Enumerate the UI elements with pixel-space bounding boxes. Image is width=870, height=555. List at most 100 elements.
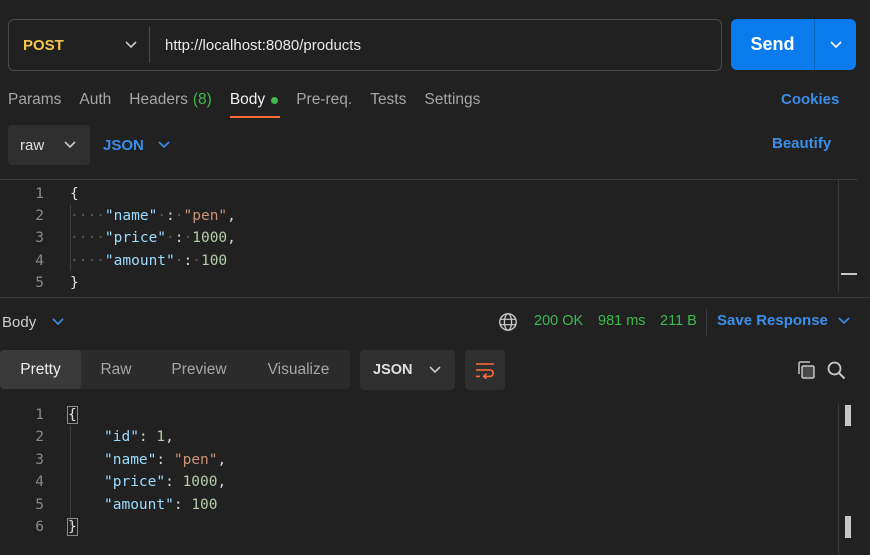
json-key: "amount" xyxy=(104,497,174,513)
globe-icon[interactable] xyxy=(498,312,518,332)
request-body-editor[interactable]: 1 2 3 4 5 { ····"name"·:·"pen", ····"pri… xyxy=(0,179,858,293)
tab-body-label: Body xyxy=(229,91,266,108)
json-key: "amount" xyxy=(104,253,175,269)
line-number: 5 xyxy=(35,275,44,291)
send-button[interactable]: Send xyxy=(731,34,814,55)
url-input[interactable]: http://localhost:8080/products xyxy=(150,20,721,70)
status-code[interactable]: 200 OK xyxy=(534,313,583,329)
code-line: "amount": 100 xyxy=(104,497,218,513)
save-response-button[interactable]: Save Response xyxy=(717,312,850,329)
tab-prereq[interactable]: Pre-req. xyxy=(296,88,352,118)
code-line: ····"name"·:·"pen", xyxy=(70,208,236,224)
response-view-tabs: Pretty Raw Preview Visualize xyxy=(0,350,350,389)
json-close-brace: } xyxy=(70,275,79,291)
method-select[interactable]: POST xyxy=(9,20,149,70)
json-comma: , xyxy=(227,208,236,224)
json-key: "name" xyxy=(104,208,158,224)
scrollbar-thumb[interactable] xyxy=(845,405,851,426)
json-value: "pen" xyxy=(183,208,228,224)
wrap-lines-button[interactable] xyxy=(465,350,505,390)
json-key: "id" xyxy=(104,429,139,445)
tab-raw[interactable]: Raw xyxy=(81,350,151,389)
send-button-group: Send xyxy=(731,19,856,70)
code-line: ····"price"·:·1000, xyxy=(70,230,236,246)
tab-preview[interactable]: Preview xyxy=(151,350,247,389)
json-comma: , xyxy=(227,230,236,246)
tab-pretty[interactable]: Pretty xyxy=(0,350,81,389)
chevron-down-icon xyxy=(429,366,441,374)
body-mode-label: raw xyxy=(20,136,45,154)
json-open-brace: { xyxy=(67,406,78,424)
line-number: 4 xyxy=(35,253,44,269)
tab-visualize[interactable]: Visualize xyxy=(247,350,350,389)
body-language-select[interactable]: JSON xyxy=(103,125,170,165)
tab-body[interactable]: Body xyxy=(229,88,281,118)
code-line: "id": 1, xyxy=(104,429,174,445)
code-line: } xyxy=(70,272,79,294)
cookies-link[interactable]: Cookies xyxy=(781,88,839,112)
chevron-down-icon xyxy=(52,318,64,326)
json-value: 1000 xyxy=(182,474,218,490)
code-line: { xyxy=(70,183,79,205)
json-value: "pen" xyxy=(173,452,218,468)
indent-guide xyxy=(70,426,71,526)
json-key: "name" xyxy=(104,452,157,468)
send-options-button[interactable] xyxy=(815,40,856,50)
search-icon[interactable] xyxy=(826,360,846,380)
tab-headers[interactable]: Headers (8) xyxy=(129,88,212,118)
code-line: "price": 1000, xyxy=(104,474,227,490)
json-key: "price" xyxy=(104,230,167,246)
response-format-label: JSON xyxy=(373,362,413,378)
code-line: { xyxy=(67,404,78,426)
response-section-select[interactable]: Body xyxy=(2,311,64,333)
code-line: ····"amount"·:·100 xyxy=(70,253,228,269)
body-indicator-dot xyxy=(271,97,279,104)
response-section-label: Body xyxy=(2,313,37,331)
save-response-label: Save Response xyxy=(717,312,828,329)
json-key: "price" xyxy=(104,474,166,490)
method-label: POST xyxy=(23,36,64,54)
code-line: } xyxy=(67,516,78,538)
json-comma: , xyxy=(217,452,227,468)
response-body-viewer[interactable]: 1 2 3 4 5 6 { "id": 1, "name": "pen", "p… xyxy=(0,404,838,555)
divider xyxy=(706,309,707,335)
scrollbar-thumb[interactable] xyxy=(845,516,851,538)
tab-auth[interactable]: Auth xyxy=(79,88,111,118)
pane-divider[interactable] xyxy=(0,297,870,298)
line-number: 4 xyxy=(35,474,44,490)
chevron-down-icon xyxy=(158,141,170,149)
response-scrollbar[interactable] xyxy=(838,404,858,555)
response-format-select[interactable]: JSON xyxy=(360,350,455,390)
url-bar: POST http://localhost:8080/products xyxy=(8,19,722,71)
copy-icon[interactable] xyxy=(796,360,816,380)
line-number: 1 xyxy=(35,186,44,202)
line-number: 2 xyxy=(35,208,44,224)
tab-headers-label: Headers xyxy=(129,91,188,108)
wrap-lines-icon xyxy=(476,363,494,379)
chevron-down-icon xyxy=(829,40,842,48)
chevron-down-icon xyxy=(125,41,137,49)
line-number: 6 xyxy=(35,519,44,535)
line-number: 3 xyxy=(35,452,44,468)
json-close-brace: } xyxy=(67,518,78,536)
tab-settings[interactable]: Settings xyxy=(424,88,480,118)
json-open-brace: { xyxy=(70,186,79,202)
response-time[interactable]: 981 ms xyxy=(598,313,646,329)
chevron-down-icon xyxy=(838,316,850,324)
scrollbar-thumb[interactable] xyxy=(841,273,857,275)
json-comma: , xyxy=(165,429,174,445)
json-value: 100 xyxy=(191,497,218,513)
json-value: 1 xyxy=(156,429,166,445)
line-number: 3 xyxy=(35,230,44,246)
tab-params[interactable]: Params xyxy=(8,88,61,118)
body-mode-select[interactable]: raw xyxy=(8,125,90,165)
request-tabs: Params Auth Headers (8) Body Pre-req. Te… xyxy=(8,88,498,118)
body-language-label: JSON xyxy=(103,136,144,154)
code-line: "name": "pen", xyxy=(104,452,227,468)
tab-tests[interactable]: Tests xyxy=(370,88,406,118)
beautify-button[interactable]: Beautify xyxy=(772,135,831,152)
line-number: 1 xyxy=(35,407,44,423)
response-size[interactable]: 211 B xyxy=(660,313,697,329)
request-scrollbar[interactable] xyxy=(838,180,858,292)
line-number: 2 xyxy=(35,429,44,445)
